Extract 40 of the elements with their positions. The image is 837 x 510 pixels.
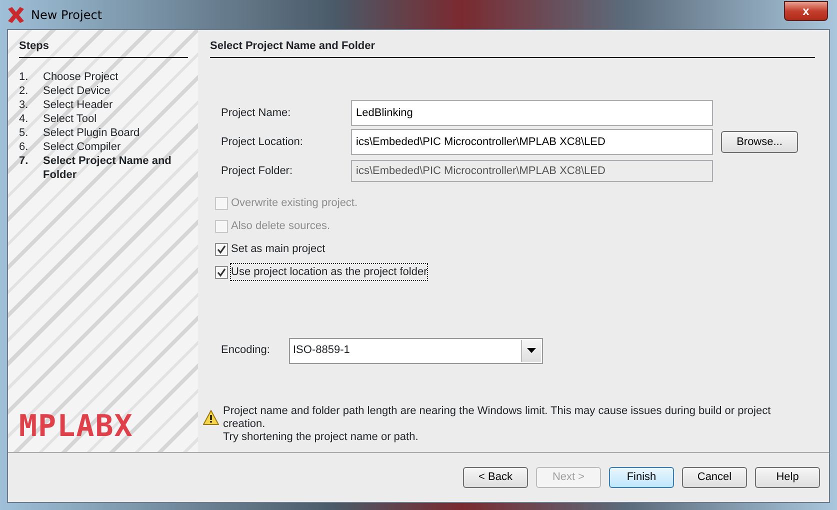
step-label: Select Tool bbox=[43, 112, 97, 126]
panel-title: Select Project Name and Folder bbox=[210, 38, 815, 58]
step-label: Select Device bbox=[43, 84, 110, 98]
checkbox[interactable] bbox=[215, 266, 228, 278]
step-number: 1. bbox=[19, 70, 30, 84]
dialog-button[interactable]: Cancel bbox=[682, 467, 747, 488]
step-label: Select Project Name and Folder bbox=[43, 154, 172, 182]
browse-button[interactable]: Browse... bbox=[721, 131, 798, 153]
step-number: 5. bbox=[19, 126, 30, 140]
caret-icon bbox=[527, 348, 536, 353]
text-field[interactable]: ics\Embeded\PIC Microcontroller\MPLAB XC8\LED bbox=[351, 129, 713, 155]
encoding-label: Encoding: bbox=[221, 343, 271, 358]
step-number: 3. bbox=[19, 98, 30, 112]
step-label: Select Compiler bbox=[43, 140, 121, 154]
step-label: Choose Project bbox=[43, 70, 118, 84]
text-field[interactable]: LedBlinking bbox=[351, 100, 713, 126]
step-number: 6. bbox=[19, 140, 30, 154]
warning-text: Project name and folder path length are nearing the Windows limit. This may cause issues during build or project creation. bbox=[223, 405, 772, 431]
window-title: New Project bbox=[31, 6, 102, 24]
dialog-button[interactable]: Help bbox=[755, 467, 820, 488]
checkbox-label[interactable]: Set as main project bbox=[231, 240, 326, 258]
close-button[interactable]: x bbox=[784, 0, 828, 20]
checkbox[interactable] bbox=[215, 242, 228, 256]
steps-title: Steps bbox=[19, 38, 188, 58]
field-label: Project Name: bbox=[221, 106, 292, 121]
step-number: 2. bbox=[19, 84, 30, 98]
field-label: Project Folder: bbox=[221, 164, 294, 179]
warning-text: Try shortening the project name or path. bbox=[223, 431, 420, 444]
step-label: Select Header bbox=[43, 98, 113, 112]
logo: MPLABX bbox=[19, 412, 134, 444]
app-logo-icon bbox=[7, 6, 25, 22]
field-label: Project Location: bbox=[221, 134, 304, 150]
checkbox-label[interactable]: Use project location as the project folder bbox=[231, 264, 428, 280]
step-number: 7. bbox=[19, 154, 30, 168]
dialog-button[interactable]: < Back bbox=[463, 467, 528, 488]
encoding-dropdown[interactable]: ISO-8859-1 bbox=[289, 338, 543, 364]
dialog-button[interactable]: Finish bbox=[609, 467, 674, 488]
warning-icon bbox=[203, 410, 219, 425]
step-number: 4. bbox=[19, 112, 30, 126]
step-label: Select Plugin Board bbox=[43, 126, 140, 140]
